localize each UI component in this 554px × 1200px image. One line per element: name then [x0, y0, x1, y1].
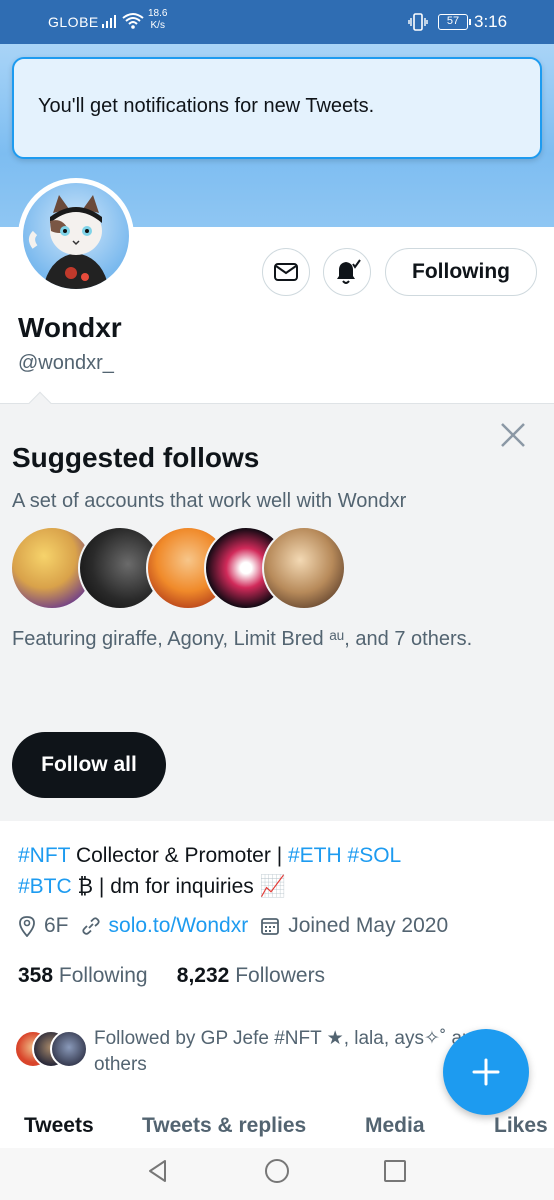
followers-label: Followers	[235, 964, 326, 987]
tab-media[interactable]: Media	[365, 1114, 425, 1138]
profile-meta: 6F solo.to/Wondxr Joined May 2020	[18, 914, 460, 938]
bio-text: Collector & Promoter |	[70, 844, 288, 867]
toast-message: You'll get notifications for new Tweets.	[38, 95, 375, 117]
followed-by-avatars	[14, 1030, 94, 1070]
followers-number: 8,232	[176, 964, 230, 987]
back-nav-icon[interactable]	[145, 1158, 171, 1184]
hashtag-link[interactable]: #BTC	[18, 875, 72, 898]
link-icon	[81, 917, 100, 935]
system-nav-bar	[0, 1148, 554, 1200]
recents-nav-icon[interactable]	[382, 1158, 408, 1184]
avatar	[50, 1030, 88, 1068]
follow-all-button[interactable]: Follow all	[12, 732, 166, 798]
suggested-avatars[interactable]	[10, 526, 350, 612]
joined-text: Joined May 2020	[288, 914, 449, 937]
bio-line-2: #BTC ₿ | dm for inquiries 📈	[18, 871, 538, 902]
notifications-button[interactable]	[323, 248, 371, 296]
envelope-icon	[274, 263, 298, 281]
featuring-text: Featuring giraffe, Agony, Limit Bred ᵃᵘ,…	[12, 628, 473, 650]
profile-link[interactable]: solo.to/Wondxr	[109, 914, 249, 938]
bio-line-1: #NFT Collector & Promoter | #ETH #SOL	[18, 840, 538, 871]
profile-tabs: Tweets Tweets & replies Media Likes	[0, 1110, 554, 1148]
close-icon[interactable]	[498, 420, 528, 450]
profile-avatar[interactable]	[18, 178, 134, 294]
plus-icon	[472, 1058, 500, 1086]
speed-unit: K/s	[150, 20, 165, 31]
network-speed: 18.6 K/s	[148, 8, 167, 32]
home-nav-icon[interactable]	[264, 1158, 290, 1184]
wifi-icon	[122, 13, 144, 29]
tab-tweets[interactable]: Tweets	[24, 1114, 94, 1138]
cat-character-icon	[29, 195, 109, 289]
message-button[interactable]	[262, 248, 310, 296]
following-number: 358	[18, 964, 54, 987]
followers-count[interactable]: 8,232 Followers	[177, 964, 325, 987]
bio-text: ₿ | dm for inquiries 📈	[71, 875, 286, 898]
battery-indicator: 57	[438, 14, 471, 30]
notification-toast: You'll get notifications for new Tweets.	[12, 57, 542, 159]
compose-tweet-button[interactable]	[443, 1029, 529, 1115]
profile-name: Wondxr	[18, 312, 122, 343]
following-label: Following	[58, 964, 148, 987]
following-button[interactable]: Following	[385, 248, 537, 296]
status-bar: GLOBE 18.6 K/s 57 3:16	[0, 0, 554, 44]
link-item[interactable]: solo.to/Wondxr	[81, 914, 249, 938]
tab-tweets-replies[interactable]: Tweets & replies	[142, 1114, 306, 1138]
avatar[interactable]	[262, 526, 346, 610]
suggested-title: Suggested follows	[12, 442, 260, 473]
hashtag-link[interactable]: #SOL	[348, 844, 402, 867]
follow-counts: 358 Following 8,232 Followers	[18, 964, 325, 988]
suggested-subtitle: A set of accounts that work well with Wo…	[12, 490, 407, 512]
joined-item: Joined May 2020	[260, 914, 448, 938]
avatar-image	[23, 183, 129, 289]
profile-bio: #NFT Collector & Promoter | #ETH #SOL #B…	[18, 840, 538, 902]
location-text: 6F	[44, 914, 69, 937]
suggested-follows-panel: Suggested follows A set of accounts that…	[0, 391, 554, 821]
calendar-icon	[261, 918, 280, 935]
signal-icon	[102, 14, 116, 28]
panel-caret	[28, 391, 52, 415]
following-count[interactable]: 358 Following	[18, 964, 148, 987]
speed-value: 18.6	[148, 8, 168, 19]
carrier-label: GLOBE	[48, 14, 99, 30]
hashtag-link[interactable]: #ETH	[288, 844, 342, 867]
tab-likes[interactable]: Likes	[494, 1114, 548, 1138]
vibrate-icon	[408, 13, 428, 31]
bell-check-icon	[337, 259, 361, 284]
profile-handle: @wondxr_	[18, 352, 114, 374]
hashtag-link[interactable]: #NFT	[18, 844, 70, 867]
clock: 3:16	[474, 12, 508, 31]
location-item: 6F	[18, 914, 69, 938]
location-pin-icon	[19, 916, 35, 937]
